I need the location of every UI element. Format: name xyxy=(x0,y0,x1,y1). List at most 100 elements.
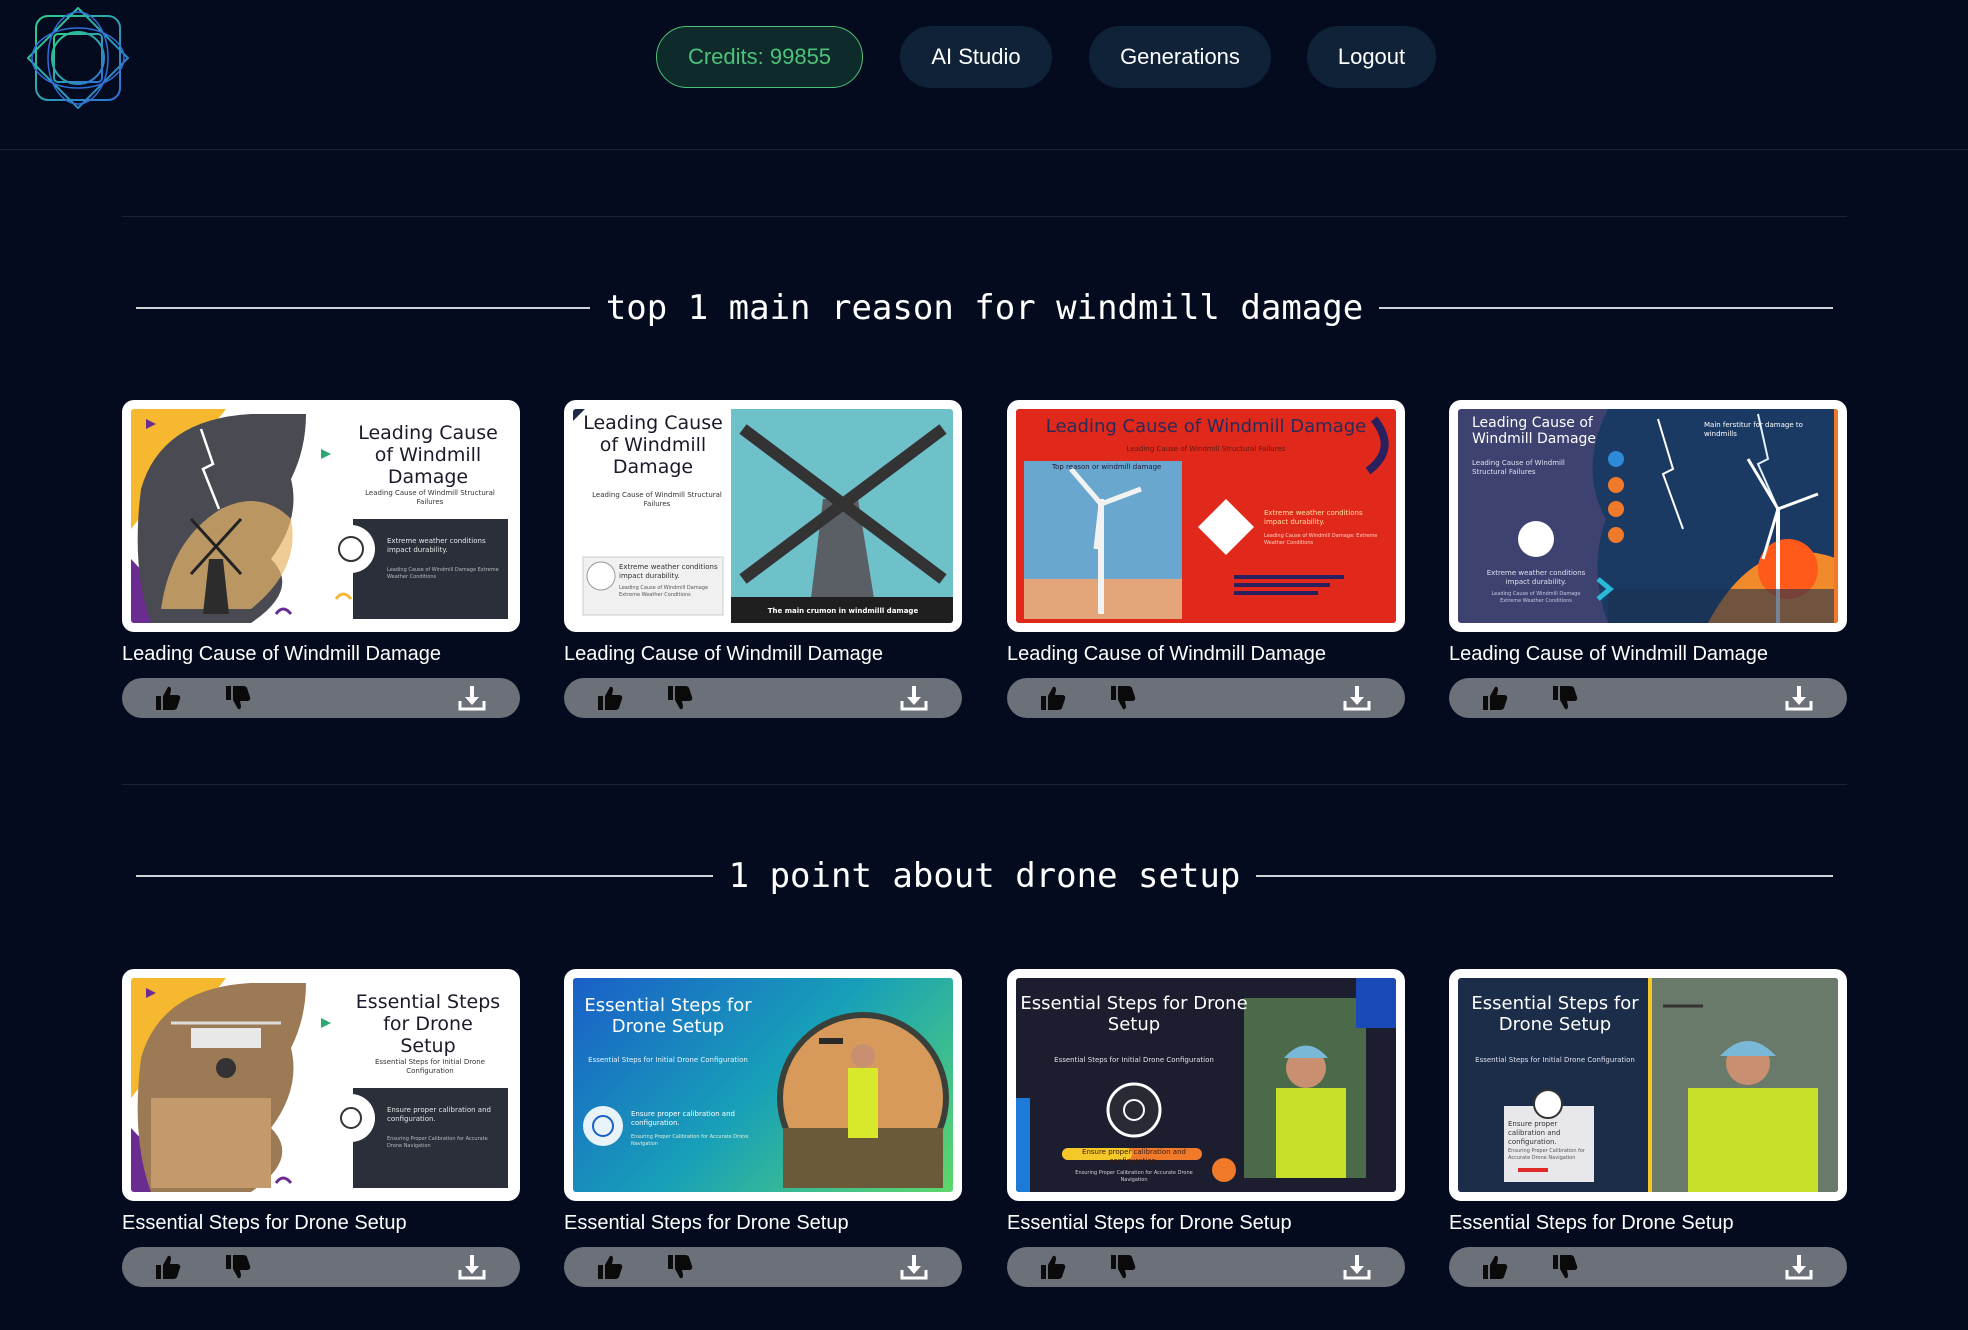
section-heading-text: top 1 main reason for windmill damage xyxy=(605,288,1364,328)
slide-detail: Ensuring Proper Calibration for Accurate… xyxy=(631,1134,749,1147)
slide-thumbnail[interactable]: Leading Cause of Windmill Damage Leading… xyxy=(122,400,520,632)
card-actions xyxy=(564,678,962,718)
slide-subtitle: Leading Cause of Windmill Structural Fai… xyxy=(592,491,722,509)
slide-thumbnail[interactable]: Essential Steps for Drone Setup Essentia… xyxy=(122,969,520,1201)
download-icon[interactable] xyxy=(1343,1254,1371,1280)
slide-title: Leading Cause of Windmill Damage xyxy=(583,412,723,478)
card-title: Leading Cause of Windmill Damage xyxy=(1449,643,1769,665)
slide-point: Extreme weather conditions impact durabi… xyxy=(619,563,718,581)
thumbs-up-icon[interactable] xyxy=(1481,1254,1509,1280)
generation-card: Leading Cause of Windmill Damage Leading… xyxy=(122,400,520,718)
card-title: Essential Steps for Drone Setup xyxy=(564,1212,849,1234)
slide-detail: Ensuring Proper Calibration for Accurate… xyxy=(1508,1148,1585,1161)
heading-rule-right xyxy=(1256,875,1833,877)
slide-point: Ensure proper calibration and configurat… xyxy=(1082,1148,1186,1166)
card-actions xyxy=(1449,1247,1847,1287)
thumbs-up-icon[interactable] xyxy=(596,685,624,711)
thumbs-up-icon[interactable] xyxy=(154,1254,182,1280)
generation-card: Essential Steps for Drone Setup Essentia… xyxy=(1007,969,1405,1287)
card-title: Essential Steps for Drone Setup xyxy=(1449,1212,1734,1234)
section-heading-text: 1 point about drone setup xyxy=(728,856,1241,896)
download-icon[interactable] xyxy=(900,1254,928,1280)
slide-thumbnail[interactable]: Leading Cause of Windmill Damage Leading… xyxy=(1449,400,1847,632)
slide-subtitle: Essential Steps for Initial Drone Config… xyxy=(1054,1056,1214,1064)
slide-detail: Leading Cause of Windmill Damage Extreme… xyxy=(387,567,499,580)
slide-detail: Leading Cause of Windmill Damage: Extrem… xyxy=(1264,533,1378,546)
slide-image-caption: Top reason or windmill damage xyxy=(1052,463,1162,471)
heading-rule-left xyxy=(136,875,713,877)
generation-card: Essential Steps for Drone Setup Essentia… xyxy=(564,969,962,1287)
slide-subtitle: Essential Steps for Initial Drone Config… xyxy=(374,1058,485,1076)
logout-button[interactable]: Logout xyxy=(1307,26,1436,88)
slide-detail: Leading Cause of Windmill Damage Extreme… xyxy=(619,585,709,598)
thumbs-down-icon[interactable] xyxy=(1109,1254,1137,1280)
slide-thumbnail[interactable]: Essential Steps for Drone Setup Essentia… xyxy=(1449,969,1847,1201)
card-title: Leading Cause of Windmill Damage xyxy=(564,643,884,665)
slide-title: Essential Steps for Drone Setup xyxy=(1020,993,1248,1035)
thumbs-down-icon[interactable] xyxy=(1551,685,1579,711)
slide-detail: Ensuring Proper Calibration for Accurate… xyxy=(1075,1170,1193,1183)
slide-point: Ensure proper calibration and configurat… xyxy=(1508,1120,1561,1147)
thumbs-up-icon[interactable] xyxy=(1039,685,1067,711)
slide-subtitle: Leading Cause of Windmill Structural Fai… xyxy=(365,489,495,507)
thumbs-down-icon[interactable] xyxy=(1551,1254,1579,1280)
thumbs-up-icon[interactable] xyxy=(1481,685,1509,711)
download-icon[interactable] xyxy=(458,685,486,711)
credits-button[interactable]: Credits: 99855 xyxy=(656,26,863,88)
card-actions xyxy=(1007,1247,1405,1287)
slide-title: Leading Cause of Windmill Damage xyxy=(1045,416,1367,437)
thumbs-down-icon[interactable] xyxy=(1109,685,1137,711)
card-actions xyxy=(1007,678,1405,718)
download-icon[interactable] xyxy=(1785,1254,1813,1280)
generations-button[interactable]: Generations xyxy=(1089,26,1271,88)
download-icon[interactable] xyxy=(900,685,928,711)
thumbs-up-icon[interactable] xyxy=(596,1254,624,1280)
slide-thumbnail[interactable]: Leading Cause of Windmill Damage Leading… xyxy=(1007,400,1405,632)
card-actions xyxy=(564,1247,962,1287)
generation-card: Leading Cause of Windmill Damage Leading… xyxy=(1449,400,1847,718)
card-actions xyxy=(122,1247,520,1287)
slide-point: Extreme weather conditions impact durabi… xyxy=(1264,509,1363,527)
slide-subtitle: Leading Cause of Windmill Structural Fai… xyxy=(1126,445,1286,453)
slide-subtitle: Essential Steps for Initial Drone Config… xyxy=(1475,1056,1635,1064)
top-header: Credits: 99855 AI Studio Generations Log… xyxy=(0,0,1968,150)
slide-point: Ensure proper calibration and configurat… xyxy=(631,1110,735,1128)
download-icon[interactable] xyxy=(1785,685,1813,711)
slide-caption: The main crumon in windmilll damage xyxy=(767,607,919,615)
card-title: Leading Cause of Windmill Damage xyxy=(1007,643,1327,665)
slide-thumbnail[interactable]: Essential Steps for Drone Setup Essentia… xyxy=(1007,969,1405,1201)
card-actions xyxy=(122,678,520,718)
section-heading: 1 point about drone setup xyxy=(136,851,1833,901)
generation-card: Leading Cause of Windmill Damage Leading… xyxy=(1007,400,1405,718)
ai-studio-button[interactable]: AI Studio xyxy=(900,26,1052,88)
section-divider xyxy=(122,216,1847,217)
slide-detail: Ensuring Proper Calibration for Accurate… xyxy=(387,1136,488,1149)
slide-title: Leading Cause of Windmill Damage xyxy=(358,422,498,488)
slide-detail: Leading Cause of Windmill Damage Extreme… xyxy=(1491,591,1581,604)
heading-rule-right xyxy=(1379,307,1834,309)
thumbs-up-icon[interactable] xyxy=(154,685,182,711)
card-title: Leading Cause of Windmill Damage xyxy=(122,643,442,665)
section-heading: top 1 main reason for windmill damage xyxy=(136,283,1834,333)
thumbs-down-icon[interactable] xyxy=(666,1254,694,1280)
thumbs-down-icon[interactable] xyxy=(666,685,694,711)
slide-title: Leading Cause of Windmill Damage xyxy=(1472,415,1597,448)
slide-subtitle: Leading Cause of Windmill Structural Fai… xyxy=(1472,459,1565,477)
slide-title: Essential Steps for Drone Setup xyxy=(584,995,752,1037)
thumbs-up-icon[interactable] xyxy=(1039,1254,1067,1280)
heading-rule-left xyxy=(136,307,590,309)
slide-subtitle: Essential Steps for Initial Drone Config… xyxy=(588,1056,748,1064)
download-icon[interactable] xyxy=(458,1254,486,1280)
download-icon[interactable] xyxy=(1343,685,1371,711)
slide-point: Extreme weather conditions impact durabi… xyxy=(1486,569,1586,587)
thumbs-down-icon[interactable] xyxy=(224,1254,252,1280)
slide-thumbnail[interactable]: Leading Cause of Windmill Damage Leading… xyxy=(564,400,962,632)
thumbs-down-icon[interactable] xyxy=(224,685,252,711)
slide-thumbnail[interactable]: Essential Steps for Drone Setup Essentia… xyxy=(564,969,962,1201)
slide-title: Essential Steps for Drone Setup xyxy=(355,991,501,1057)
generation-card: Essential Steps for Drone Setup Essentia… xyxy=(122,969,520,1287)
slide-image-caption: Main ferstitur for damage to windmills xyxy=(1704,421,1803,439)
card-title: Essential Steps for Drone Setup xyxy=(122,1212,407,1234)
slide-point: Extreme weather conditions impact durabi… xyxy=(387,537,486,555)
top-nav: Credits: 99855 AI Studio Generations Log… xyxy=(0,26,1968,88)
